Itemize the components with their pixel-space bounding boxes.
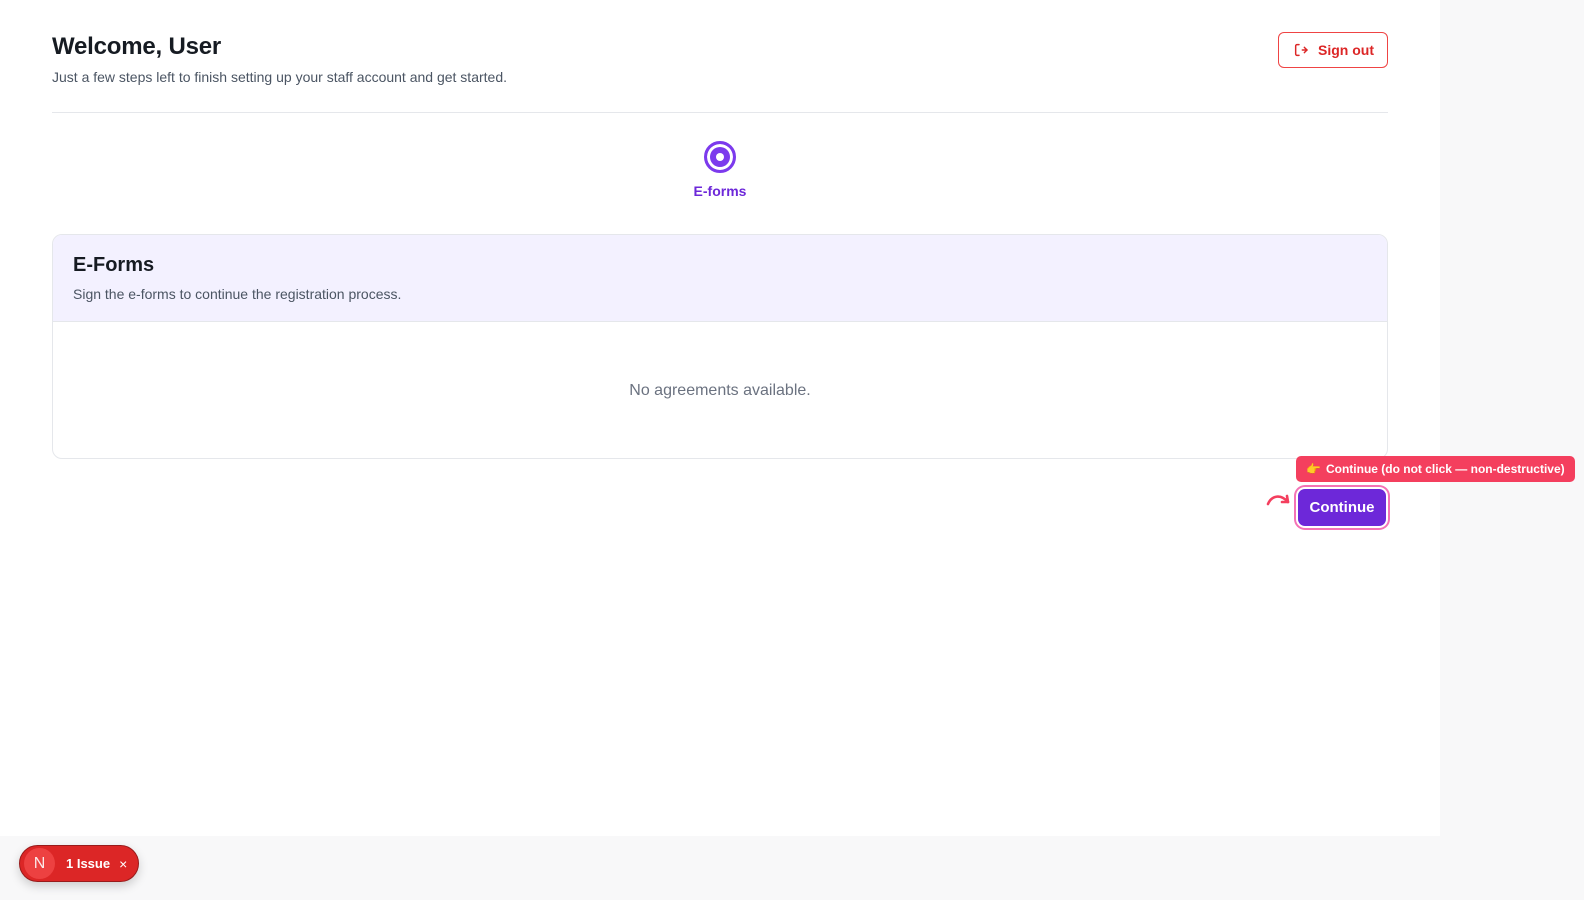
hint-text: Continue (do not click — non-destructive… <box>1325 462 1565 476</box>
close-icon[interactable]: × <box>119 857 127 871</box>
empty-state-message: No agreements available. <box>629 381 811 399</box>
sign-out-icon <box>1293 42 1309 58</box>
curved-arrow-icon <box>1266 492 1292 515</box>
sign-out-button[interactable]: Sign out <box>1278 32 1388 68</box>
page-header: Welcome, User Just a few steps left to f… <box>52 0 1388 113</box>
sign-out-label: Sign out <box>1318 42 1374 58</box>
page-subtitle: Just a few steps left to finish setting … <box>52 69 507 85</box>
step-label: E-forms <box>693 183 747 199</box>
issues-count[interactable]: 1 Issue <box>66 856 110 871</box>
card-body: No agreements available. <box>53 322 1387 458</box>
main-container: Welcome, User Just a few steps left to f… <box>52 0 1388 459</box>
page-title: Welcome, User <box>52 33 222 60</box>
pointing-hand-icon: 👉 <box>1306 462 1321 476</box>
continue-button[interactable]: Continue <box>1298 489 1386 526</box>
bottom-strip <box>0 836 1440 900</box>
right-gutter <box>1440 0 1584 900</box>
step-indicator-active <box>704 141 736 173</box>
eforms-card: E-Forms Sign the e-forms to continue the… <box>52 234 1388 459</box>
dev-tools-avatar[interactable]: N <box>24 848 55 879</box>
continue-hint-tag: 👉 Continue (do not click — non-destructi… <box>1296 456 1575 482</box>
card-title: E-Forms <box>73 254 155 276</box>
page: Welcome, User Just a few steps left to f… <box>0 0 1584 900</box>
issues-badge[interactable]: N 1 Issue × <box>19 845 139 882</box>
card-header: E-Forms Sign the e-forms to continue the… <box>53 235 1387 322</box>
continue-wrapper: Continue <box>1298 489 1386 526</box>
card-description: Sign the e-forms to continue the registr… <box>73 286 402 302</box>
stepper: E-forms <box>52 141 1388 199</box>
